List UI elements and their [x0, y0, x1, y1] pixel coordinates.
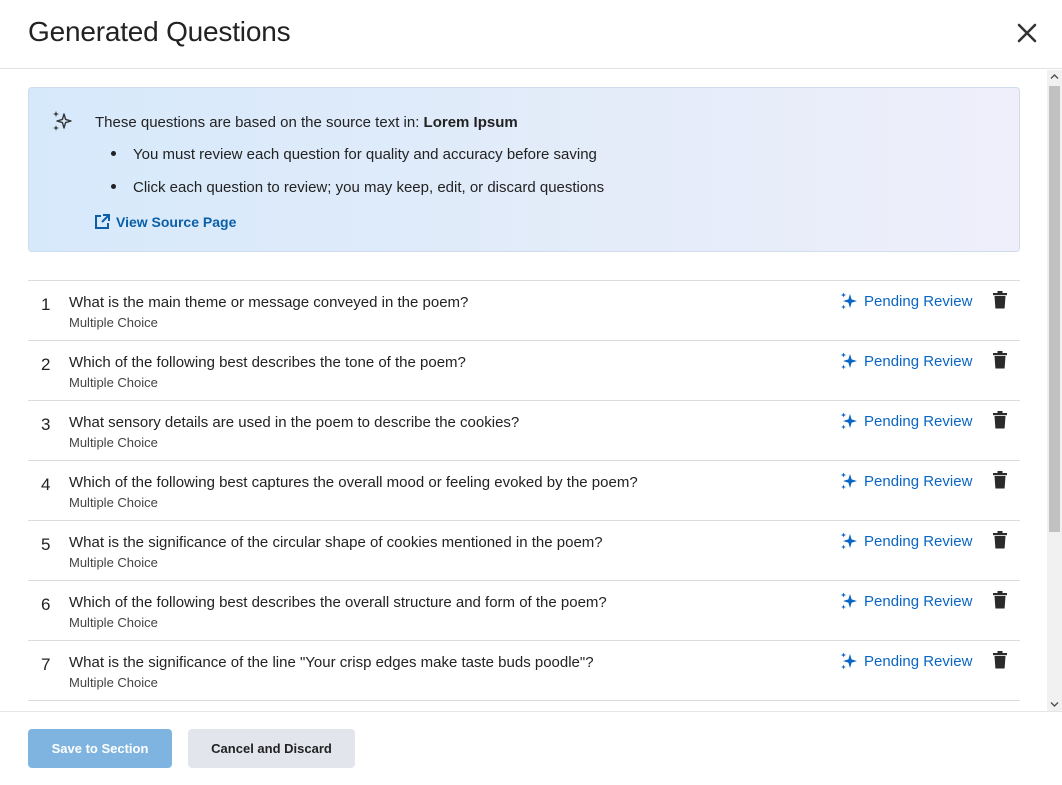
question-type: Multiple Choice [69, 435, 158, 450]
question-type: Multiple Choice [69, 375, 158, 390]
sparkle-icon [53, 111, 72, 131]
scrollbar-thumb[interactable] [1049, 86, 1060, 532]
question-type: Multiple Choice [69, 555, 158, 570]
status-label: Pending Review [864, 532, 973, 550]
status-label: Pending Review [864, 412, 973, 430]
trash-icon[interactable] [992, 291, 1008, 309]
sparkle-icon [841, 412, 857, 430]
sparkle-icon [841, 532, 857, 550]
question-status[interactable]: Pending Review [840, 592, 972, 610]
question-status[interactable]: Pending Review [840, 292, 972, 310]
sparkle-icon [841, 292, 857, 310]
question-type: Multiple Choice [69, 675, 158, 690]
sparkle-icon [841, 352, 857, 370]
dialog-body[interactable]: These questions are based on the source … [0, 70, 1062, 711]
question-number: 5 [41, 535, 51, 554]
sparkle-icon [841, 652, 857, 670]
question-text: Which of the following best describes th… [69, 354, 466, 371]
question-status[interactable]: Pending Review [840, 412, 972, 430]
question-row[interactable]: 6 Which of the following best describes … [28, 581, 1020, 641]
question-number: 4 [41, 475, 51, 494]
question-text: Which of the following best captures the… [69, 474, 638, 491]
question-text: What is the significance of the line "Yo… [69, 654, 594, 671]
dialog-title: Generated Questions [28, 16, 291, 47]
question-text: Which of the following best describes th… [69, 594, 607, 611]
instruction-item: You must review each question for qualit… [111, 146, 604, 179]
source-info-prefix: These questions are based on the source … [95, 114, 424, 131]
trash-icon[interactable] [992, 591, 1008, 609]
question-status[interactable]: Pending Review [840, 472, 972, 490]
source-info-panel: These questions are based on the source … [28, 87, 1020, 252]
question-number: 7 [41, 655, 51, 674]
question-text: What is the main theme or message convey… [69, 294, 469, 311]
instruction-item: Click each question to review; you may k… [111, 179, 604, 212]
question-row[interactable]: 1 What is the main theme or message conv… [28, 281, 1020, 341]
source-info-text: These questions are based on the source … [95, 114, 518, 131]
question-row[interactable]: 3 What sensory details are used in the p… [28, 401, 1020, 461]
question-row[interactable]: 2 Which of the following best describes … [28, 341, 1020, 401]
scroll-up-arrow-icon[interactable] [1050, 72, 1059, 81]
question-type: Multiple Choice [69, 615, 158, 630]
sparkle-icon [841, 472, 857, 490]
view-source-link[interactable]: View Source Page [94, 213, 236, 230]
question-status[interactable]: Pending Review [840, 532, 972, 550]
question-type: Multiple Choice [69, 495, 158, 510]
question-status[interactable]: Pending Review [840, 652, 972, 670]
scroll-down-arrow-icon[interactable] [1050, 700, 1059, 709]
question-row[interactable]: 7 What is the significance of the line "… [28, 641, 1020, 701]
question-type: Multiple Choice [69, 315, 158, 330]
vertical-scrollbar[interactable] [1047, 70, 1062, 711]
external-link-icon [95, 214, 110, 229]
trash-icon[interactable] [992, 411, 1008, 429]
question-row[interactable]: 4 Which of the following best captures t… [28, 461, 1020, 521]
question-status[interactable]: Pending Review [840, 352, 972, 370]
status-label: Pending Review [864, 352, 973, 370]
close-icon [1017, 23, 1037, 43]
dialog-footer: Save to Section Cancel and Discard [0, 711, 1062, 785]
question-text: What is the significance of the circular… [69, 534, 603, 551]
close-button[interactable] [1014, 20, 1040, 46]
view-source-label: View Source Page [116, 213, 237, 230]
source-name: Lorem Ipsum [423, 114, 518, 131]
trash-icon[interactable] [992, 531, 1008, 549]
status-label: Pending Review [864, 592, 973, 610]
question-number: 1 [41, 295, 51, 314]
status-label: Pending Review [864, 652, 973, 670]
trash-icon[interactable] [992, 651, 1008, 669]
question-number: 2 [41, 355, 51, 374]
cancel-and-discard-button[interactable]: Cancel and Discard [188, 729, 355, 768]
question-row[interactable]: 5 What is the significance of the circul… [28, 521, 1020, 581]
question-text: What sensory details are used in the poe… [69, 414, 520, 431]
question-number: 6 [41, 595, 51, 614]
question-number: 3 [41, 415, 51, 434]
trash-icon[interactable] [992, 471, 1008, 489]
question-list: 1 What is the main theme or message conv… [28, 280, 1020, 701]
generated-questions-dialog: Generated Questions These questions are … [0, 0, 1062, 785]
status-label: Pending Review [864, 292, 973, 310]
save-to-section-button[interactable]: Save to Section [28, 729, 172, 768]
status-label: Pending Review [864, 472, 973, 490]
trash-icon[interactable] [992, 351, 1008, 369]
sparkle-icon [841, 592, 857, 610]
dialog-header: Generated Questions [0, 0, 1062, 69]
review-instructions: You must review each question for qualit… [111, 146, 604, 212]
